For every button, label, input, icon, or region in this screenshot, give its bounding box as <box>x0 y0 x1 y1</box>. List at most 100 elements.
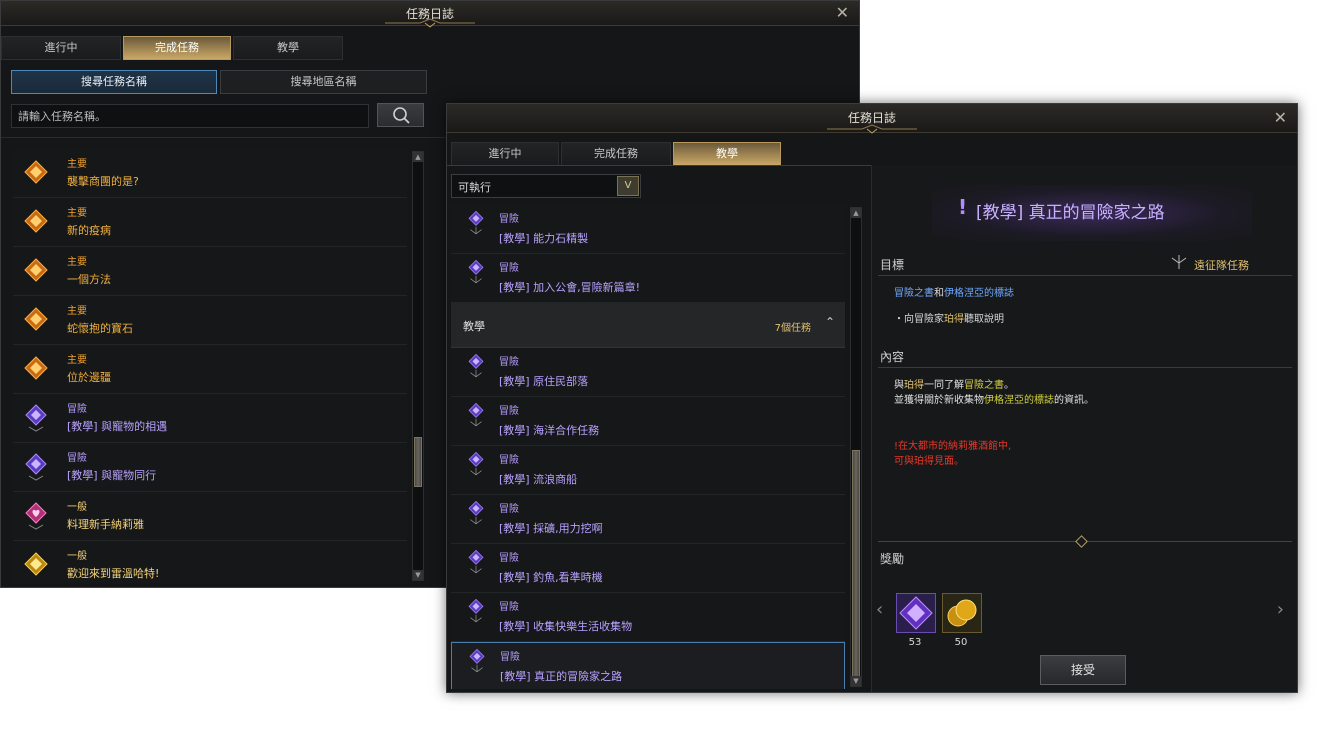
reward-next-icon[interactable]: › <box>1277 599 1284 620</box>
main-quest-icon <box>24 160 48 184</box>
adventure-quest-icon <box>468 402 484 427</box>
list-item[interactable]: 主要 位於邊疆 <box>13 345 407 394</box>
goal-item-book: 冒險之書 <box>894 288 934 299</box>
quest-list-scrollbar[interactable]: ▲ ▼ <box>412 151 424 581</box>
goal-item-emblem: 伊格涅亞的標誌 <box>944 288 1014 299</box>
quest-list: 冒險 [教學] 能力石精製 冒險 [教學] 加入公會,冒險新篇章! 教學 7個任… <box>451 205 845 689</box>
main-quest-icon <box>24 258 48 282</box>
reward-qty-2: 50 <box>954 637 968 648</box>
quest-name: [教學] 流浪商船 <box>499 473 578 486</box>
chevron-down-icon[interactable]: V <box>617 176 639 196</box>
goal-item-2: ・向冒險家珀得聽取說明 <box>894 310 1004 325</box>
quest-category: 一般 <box>67 502 87 513</box>
scroll-down-icon[interactable]: ▼ <box>413 570 423 580</box>
content-text: 並獲得關於新收集物 <box>894 395 984 406</box>
scroll-thumb[interactable] <box>414 437 422 487</box>
tab-completed[interactable]: 完成任務 <box>123 36 231 60</box>
quest-category: 冒險 <box>499 263 519 274</box>
adventure-quest-icon <box>468 598 484 623</box>
list-item[interactable]: 冒險 [教學] 加入公會,冒險新篇章! <box>451 254 845 303</box>
filter-dropdown[interactable]: 可執行 V <box>451 174 641 198</box>
tab-in-progress[interactable]: 進行中 <box>1 36 121 60</box>
quest-list: 主要 襲擊商團的是? 主要 新的疫病 主要 一個方法 主要 蛇懷抱的寶石 主要 … <box>13 149 407 583</box>
adventure-quest-icon <box>25 453 47 481</box>
quest-list-scrollbar[interactable]: ▲ ▼ <box>850 207 862 687</box>
quest-name: [教學] 原住民部落 <box>499 375 589 388</box>
divider <box>878 275 1292 276</box>
quest-name: [教學] 釣魚,看準時機 <box>499 571 603 584</box>
quest-name: [教學] 與寵物同行 <box>67 469 157 482</box>
title-bar[interactable]: 任務日誌 ✕ <box>447 104 1297 134</box>
list-item[interactable]: 冒險 [教學] 海洋合作任務 <box>451 397 845 446</box>
quest-name: 新的疫病 <box>67 224 111 237</box>
list-item[interactable]: 冒險 [教學] 能力石精製 <box>451 205 845 254</box>
quest-name: 襲擊商團的是? <box>67 175 139 188</box>
list-item[interactable]: 主要 襲擊商團的是? <box>13 149 407 198</box>
heart-quest-icon <box>25 502 47 530</box>
quest-name: [教學] 海洋合作任務 <box>499 424 600 437</box>
quest-category: 主要 <box>67 159 87 170</box>
search-by-quest-name-tab[interactable]: 搜尋任務名稱 <box>11 70 217 94</box>
quest-name: 位於邊疆 <box>67 371 111 384</box>
quest-name: [教學] 收集快樂生活收集物 <box>499 620 633 633</box>
reward-label: 獎勵 <box>880 552 905 566</box>
divider <box>447 165 871 166</box>
adventure-quest-icon <box>468 500 484 525</box>
tab-tutorial[interactable]: 教學 <box>673 142 781 166</box>
quest-category: 冒險 <box>499 214 519 225</box>
quest-search-input[interactable]: 請輸入任務名稱。 <box>11 104 369 128</box>
tab-in-progress[interactable]: 進行中 <box>451 142 559 166</box>
collapse-icon[interactable]: ⌃ <box>825 315 835 329</box>
list-item[interactable]: 冒險 [教學] 採礦,用力挖啊 <box>451 495 845 544</box>
list-item[interactable]: 一般 料理新手納莉雅 <box>13 492 407 541</box>
quest-category: 冒險 <box>499 357 519 368</box>
close-icon[interactable]: ✕ <box>1274 108 1287 127</box>
scroll-thumb[interactable] <box>852 450 860 680</box>
list-item[interactable]: 主要 新的疫病 <box>13 198 407 247</box>
content-line-2: 並獲得關於新收集物伊格涅亞的標誌的資訊。 <box>894 391 1094 406</box>
list-item[interactable]: 一般 歡迎來到雷溫哈特! <box>13 541 407 583</box>
expedition-label: 遠征隊任務 <box>1194 259 1249 272</box>
reward-prev-icon[interactable]: ‹ <box>876 599 883 620</box>
list-item[interactable]: 冒險 [教學] 收集快樂生活收集物 <box>451 593 845 642</box>
quest-name: [教學] 採礦,用力挖啊 <box>499 522 603 535</box>
list-item[interactable]: 冒險 [教學] 流浪商船 <box>451 446 845 495</box>
list-item[interactable]: 冒險 [教學] 釣魚,看準時機 <box>451 544 845 593</box>
accept-button[interactable]: 接受 <box>1040 655 1126 685</box>
search-by-area-name-tab[interactable]: 搜尋地區名稱 <box>220 70 427 94</box>
list-item[interactable]: 主要 蛇懷抱的寶石 <box>13 296 407 345</box>
scroll-down-icon[interactable]: ▼ <box>851 676 861 686</box>
adventure-quest-icon <box>25 404 47 432</box>
title-bar[interactable]: 任務日誌 ✕ <box>1 1 859 28</box>
goal-text: ・向冒險家 <box>894 314 944 325</box>
list-item[interactable]: 冒險 [教學] 與寵物的相遇 <box>13 394 407 443</box>
quest-category: 冒險 <box>499 406 519 417</box>
list-item-selected[interactable]: 冒險 [教學] 真正的冒險家之路 <box>451 642 845 689</box>
scroll-up-icon[interactable]: ▲ <box>413 152 423 162</box>
filter-value: 可執行 <box>458 181 491 194</box>
quest-detail-panel: ! [教學] 真正的冒險家之路 目標 遠征隊任務 冒險之書和伊格涅亞的標誌 ・向… <box>871 165 1297 692</box>
quest-category: 冒險 <box>499 553 519 564</box>
quest-category: 冒險 <box>500 652 520 663</box>
content-text: 。 <box>1004 380 1014 391</box>
search-button[interactable] <box>377 103 424 127</box>
content-text: 的資訊。 <box>1054 395 1094 406</box>
tab-tutorial[interactable]: 教學 <box>233 36 343 60</box>
list-item[interactable]: 冒險 [教學] 與寵物同行 <box>13 443 407 492</box>
quest-category: 冒險 <box>67 404 87 415</box>
quest-category: 主要 <box>67 306 87 317</box>
tab-completed[interactable]: 完成任務 <box>561 142 671 166</box>
quest-name: [教學] 真正的冒險家之路 <box>500 670 623 683</box>
quest-journal-window-front: 任務日誌 ✕ 進行中 完成任務 教學 可執行 V 冒險 [教學] 能力石精製 冒… <box>446 103 1298 693</box>
quest-category: 冒險 <box>499 602 519 613</box>
npc-name: 珀得 <box>904 380 924 391</box>
content-line-1: 與珀得一同了解冒險之書。 <box>894 376 1014 391</box>
list-item[interactable]: 冒險 [教學] 原住民部落 <box>451 348 845 397</box>
quest-category: 主要 <box>67 208 87 219</box>
scroll-up-icon[interactable]: ▲ <box>851 208 861 218</box>
group-header-tutorial[interactable]: 教學 7個任務 ⌃ <box>451 303 845 348</box>
close-icon[interactable]: ✕ <box>836 3 849 22</box>
list-item[interactable]: 主要 一個方法 <box>13 247 407 296</box>
reward-item-1[interactable] <box>896 593 936 633</box>
reward-item-2[interactable] <box>942 593 982 633</box>
